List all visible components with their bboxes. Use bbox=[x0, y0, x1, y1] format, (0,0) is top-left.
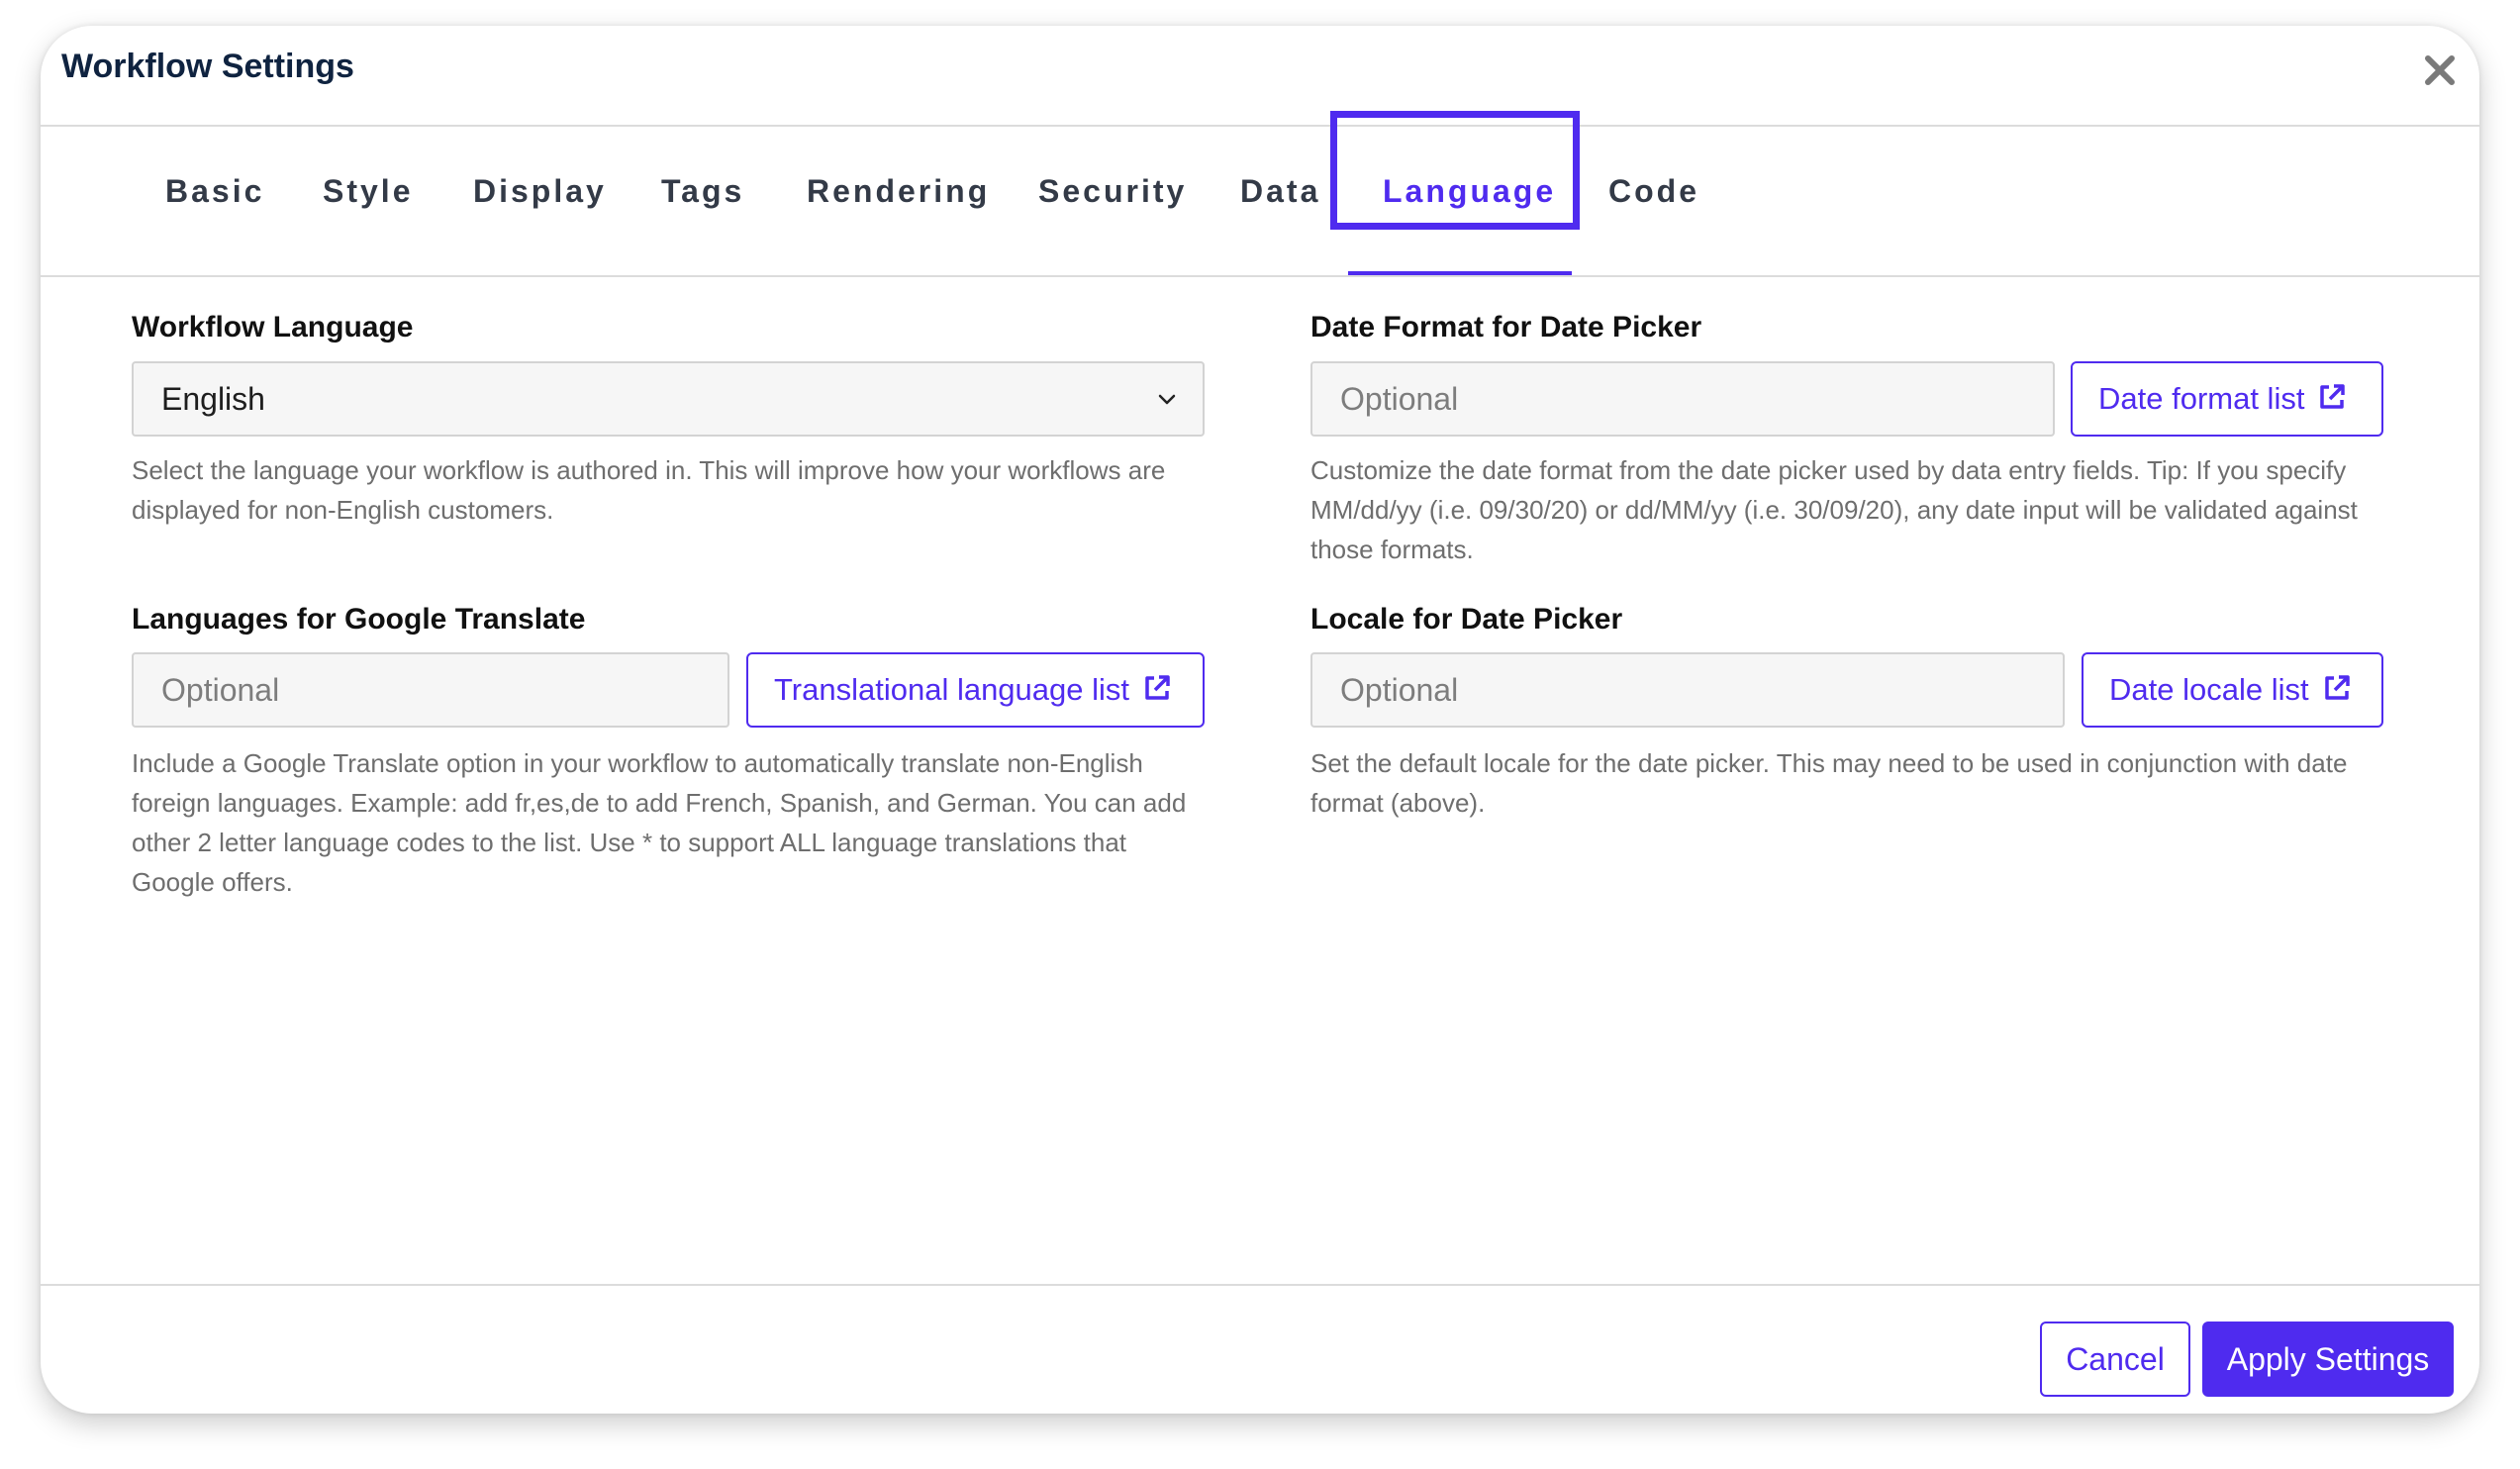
settings-tabs: Basic Style Display Tags Rendering Secur… bbox=[41, 111, 2479, 277]
translational-language-list-label: Translational language list bbox=[774, 672, 1130, 707]
tab-data[interactable]: Data bbox=[1240, 127, 1320, 273]
footer-divider bbox=[41, 1284, 2479, 1286]
date-format-label: Date Format for Date Picker bbox=[1310, 311, 1702, 343]
tab-display[interactable]: Display bbox=[473, 127, 607, 273]
workflow-language-select[interactable]: English bbox=[132, 361, 1205, 437]
date-format-help: Customize the date format from the date … bbox=[1310, 455, 2358, 564]
translational-language-list-button[interactable]: Translational language list bbox=[746, 652, 1205, 728]
workflow-language-value: English bbox=[161, 381, 265, 417]
cancel-button[interactable]: Cancel bbox=[2040, 1322, 2190, 1397]
tab-basic[interactable]: Basic bbox=[165, 127, 264, 273]
google-translate-input[interactable] bbox=[132, 652, 729, 728]
google-translate-help: Include a Google Translate option in you… bbox=[132, 748, 1187, 897]
workflow-language-label: Workflow Language bbox=[132, 311, 414, 343]
close-button[interactable] bbox=[2420, 50, 2460, 90]
date-locale-input[interactable] bbox=[1310, 652, 2065, 728]
tab-code[interactable]: Code bbox=[1608, 127, 1699, 273]
apply-settings-button[interactable]: Apply Settings bbox=[2202, 1322, 2454, 1397]
external-link-icon bbox=[2320, 384, 2346, 409]
chevron-down-icon bbox=[1158, 394, 1176, 405]
workflow-language-help: Select the language your workflow is aut… bbox=[132, 455, 1166, 525]
google-translate-label: Languages for Google Translate bbox=[132, 603, 586, 636]
external-link-icon bbox=[2324, 675, 2350, 700]
external-link-icon bbox=[1145, 675, 1170, 700]
tab-rendering[interactable]: Rendering bbox=[807, 127, 990, 273]
date-format-list-button[interactable]: Date format list bbox=[2071, 361, 2383, 437]
tab-language[interactable]: Language bbox=[1383, 127, 1556, 273]
dialog-header: Workflow Settings bbox=[41, 26, 2479, 127]
date-locale-help: Set the default locale for the date pick… bbox=[1310, 748, 2348, 818]
date-locale-list-label: Date locale list bbox=[2109, 672, 2309, 707]
tab-security[interactable]: Security bbox=[1038, 127, 1187, 273]
date-locale-label: Locale for Date Picker bbox=[1310, 603, 1623, 636]
tab-style[interactable]: Style bbox=[323, 127, 413, 273]
tab-tags[interactable]: Tags bbox=[661, 127, 744, 273]
date-format-list-label: Date format list bbox=[2098, 381, 2305, 416]
dialog-title: Workflow Settings bbox=[61, 48, 354, 85]
close-icon bbox=[2425, 55, 2455, 85]
date-locale-list-button[interactable]: Date locale list bbox=[2082, 652, 2383, 728]
date-format-input[interactable] bbox=[1310, 361, 2055, 437]
active-tab-indicator bbox=[1348, 271, 1572, 275]
workflow-settings-dialog: Workflow Settings Basic Style Display Ta… bbox=[41, 26, 2479, 1414]
